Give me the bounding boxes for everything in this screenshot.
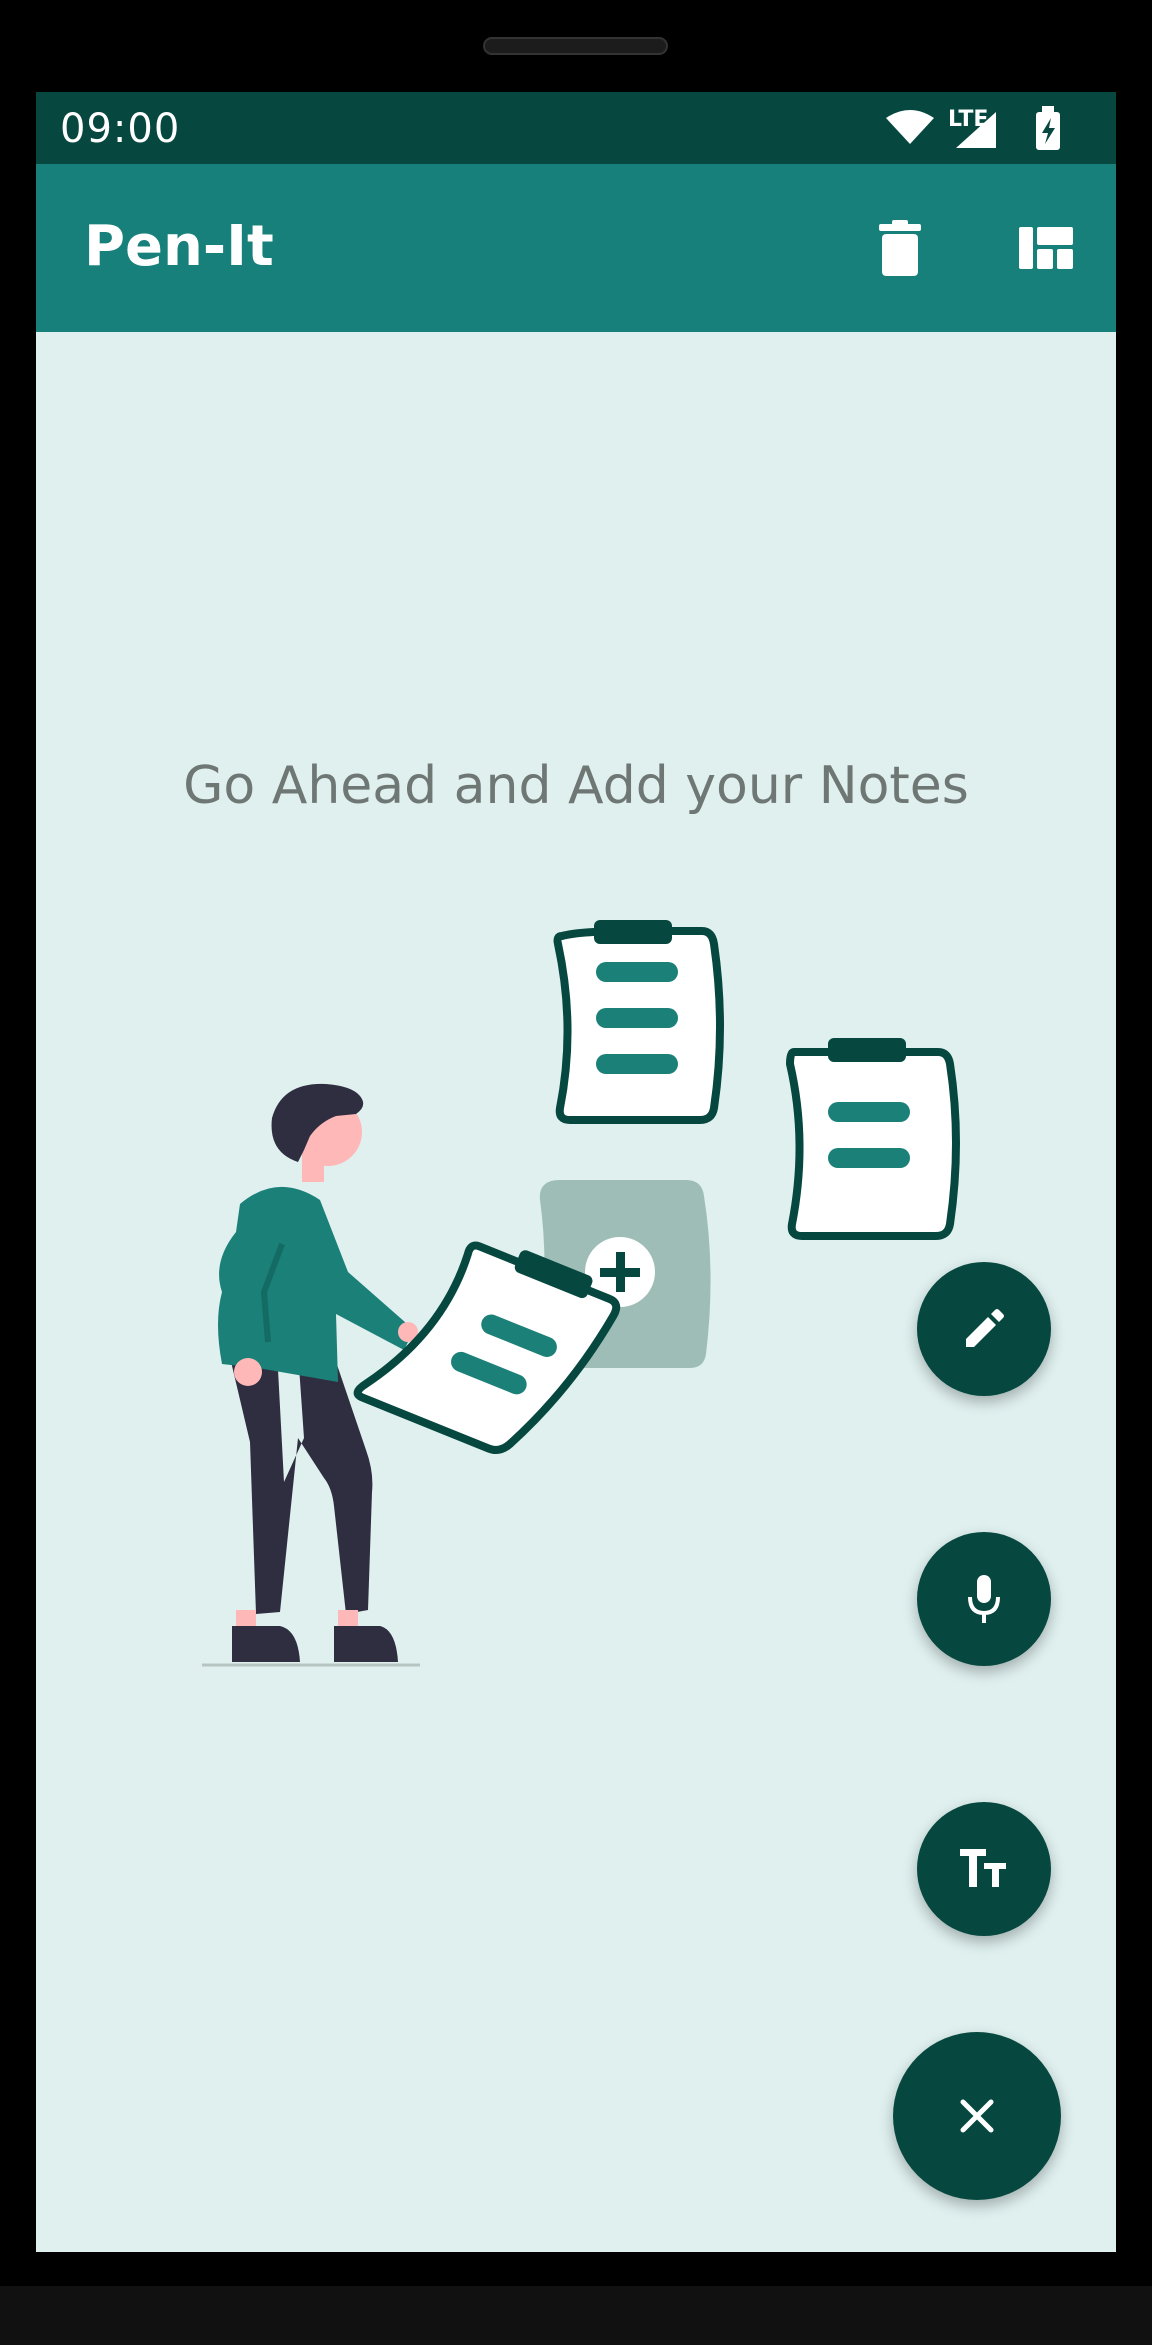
clipboard-top: [553, 920, 724, 1124]
text-note-fab[interactable]: [917, 1802, 1051, 1936]
edit-icon: [966, 1309, 1004, 1347]
device-bottom-bezel: [0, 2286, 1152, 2345]
clipboard-right: [785, 1038, 960, 1240]
close-fab-menu-button[interactable]: [893, 2032, 1061, 2200]
text-format-icon: [960, 1849, 1006, 1887]
speaker-grille: [483, 37, 668, 55]
phone-frame: 09:00 LTE Pen-It Go Ahead and Add your N…: [0, 0, 1152, 2345]
close-icon: [960, 2099, 994, 2133]
voice-note-fab[interactable]: [917, 1532, 1051, 1666]
new-note-fab[interactable]: [917, 1262, 1051, 1396]
mic-icon: [968, 1575, 1000, 1623]
app-screen: 09:00 LTE Pen-It Go Ahead and Add your N…: [36, 92, 1116, 2252]
